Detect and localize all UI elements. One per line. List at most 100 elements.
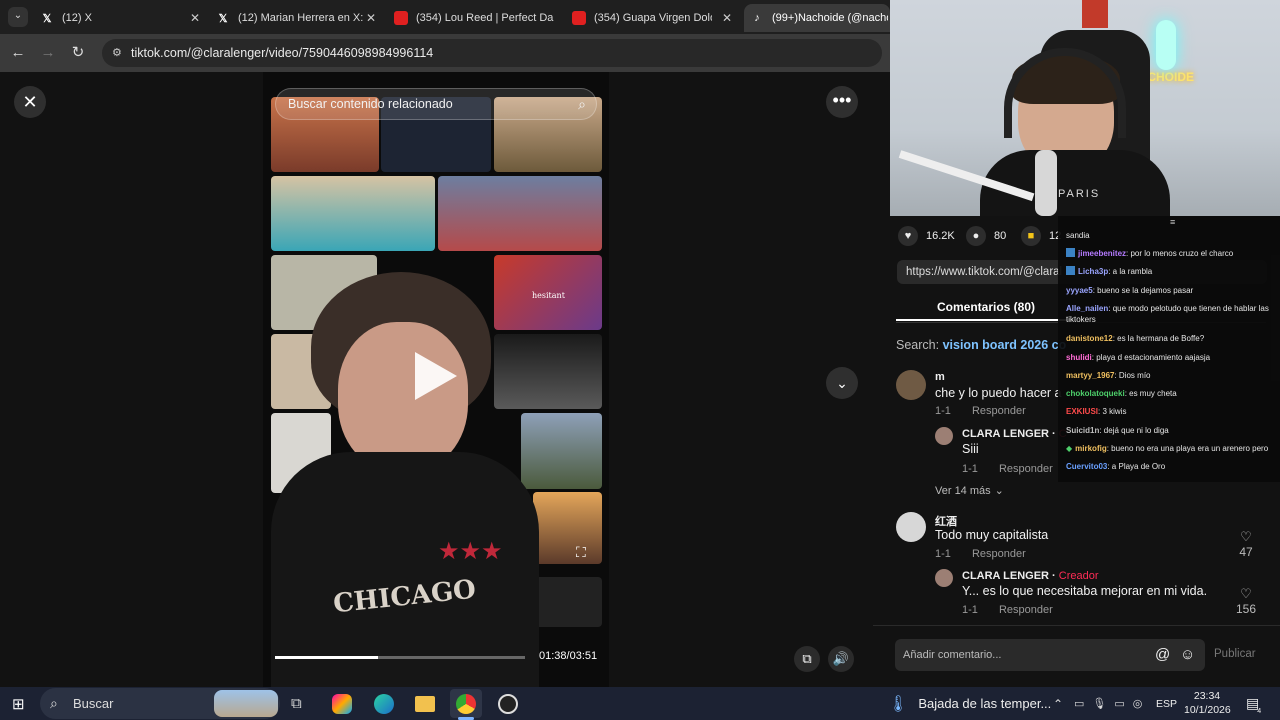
- play-icon[interactable]: [415, 352, 457, 400]
- reply-button[interactable]: Responder: [972, 548, 1026, 560]
- like-stat[interactable]: ♥ 16.2K: [898, 226, 955, 246]
- forward-icon[interactable]: →: [38, 43, 58, 63]
- comment-username[interactable]: 红酒: [935, 513, 957, 529]
- streamer-shirt: [980, 150, 1170, 216]
- search-icon[interactable]: ⌕: [578, 89, 586, 119]
- add-comment-input[interactable]: Añadir comentario... @ ☺: [895, 639, 1205, 671]
- comment-username[interactable]: CLARA LENGER · Creador: [962, 570, 1099, 582]
- show-hidden-icons[interactable]: ⌃: [1053, 687, 1063, 720]
- comment-like[interactable]: ♡ 156: [1231, 586, 1261, 616]
- edge-icon[interactable]: [374, 687, 394, 720]
- chrome-icon[interactable]: [450, 689, 482, 718]
- copilot-icon[interactable]: [332, 687, 352, 720]
- tab-label: (12) Marian Herrera en X: ": [238, 12, 366, 24]
- shirt-stars: ★★★: [438, 538, 503, 565]
- floating-player-icon[interactable]: ⧉: [794, 646, 820, 672]
- file-explorer-icon[interactable]: [415, 687, 435, 720]
- tab-youtube-lou-reed[interactable]: (354) Lou Reed | Perfect Da: [388, 4, 560, 32]
- language-indicator[interactable]: ESP: [1156, 687, 1177, 720]
- heart-icon: ♥: [898, 226, 918, 246]
- publish-button[interactable]: Publicar: [1214, 648, 1256, 660]
- close-video-button[interactable]: ✕: [14, 86, 46, 118]
- avatar[interactable]: [935, 569, 953, 587]
- tab-tiktok[interactable]: ♪ (99+)Nachoide (@nachoid: [744, 4, 890, 32]
- site-info-icon[interactable]: ⚙: [112, 39, 122, 67]
- clock[interactable]: 23:34 10/1/2026: [1184, 689, 1231, 717]
- video-player[interactable]: hesitant CHICAGO ★★★ Buscar contenido re…: [263, 72, 609, 687]
- more-options-button[interactable]: •••: [826, 86, 858, 118]
- address-bar: ← → ↻ ⚙ tiktok.com/@claralenger/video/75…: [0, 34, 890, 72]
- comment-stat[interactable]: ● 80: [966, 226, 1006, 246]
- related-search-input[interactable]: Buscar contenido relacionado ⌕: [275, 88, 597, 120]
- notifications-icon[interactable]: ▤ 4: [1246, 687, 1263, 720]
- reply-button[interactable]: Responder: [999, 604, 1053, 616]
- close-icon[interactable]: ✕: [722, 11, 732, 25]
- tab-youtube-guapa[interactable]: (354) Guapa Virgen Dolore ✕: [566, 4, 738, 32]
- reload-icon[interactable]: ↻: [68, 43, 88, 63]
- reply-button[interactable]: Responder: [972, 405, 1026, 417]
- tab-comments[interactable]: Comentarios (80): [896, 293, 1076, 321]
- shirt: [271, 452, 539, 687]
- tab-label: (354) Guapa Virgen Dolore: [594, 12, 712, 24]
- obs-icon[interactable]: [498, 687, 518, 720]
- task-view-icon[interactable]: ⧉: [291, 687, 302, 720]
- chat-message: shulidi: playa d estacionamiento aajasja: [1066, 353, 1211, 362]
- tray-icons[interactable]: ▭🎙▭◎: [1074, 687, 1150, 720]
- comment-meta: 1-1 Responder: [935, 548, 1044, 560]
- clock-date: 10/1/2026: [1184, 704, 1231, 716]
- x-logo-icon: 𝕏: [218, 12, 228, 25]
- like-count: 16.2K: [926, 230, 955, 242]
- comment-date: 1-1: [935, 548, 951, 560]
- view-more-label: Ver 14 más: [935, 485, 991, 497]
- emoji-icon[interactable]: ☺: [1180, 639, 1195, 671]
- close-icon[interactable]: ✕: [190, 11, 200, 25]
- clock-time: 23:34: [1193, 690, 1221, 702]
- neon-light: [1156, 20, 1176, 70]
- windows-taskbar: ⊞ ⌕ Buscar ⧉ 🌡 Bajada de las temper... ⌃…: [0, 687, 1280, 720]
- chat-message: Licha3p: a la rambla: [1066, 266, 1278, 277]
- view-more-replies[interactable]: Ver 14 más ⌄: [935, 484, 1022, 497]
- close-icon[interactable]: ✕: [366, 11, 376, 25]
- comment-like[interactable]: ♡ 47: [1231, 529, 1261, 559]
- volume-icon[interactable]: 🔊: [828, 646, 854, 672]
- save-stat[interactable]: ■ 12: [1021, 226, 1061, 246]
- video-timecode: 01:38/03:51: [539, 650, 598, 662]
- next-video-button[interactable]: ⌄: [826, 367, 858, 399]
- comment-username[interactable]: CLARA LENGER · C: [962, 428, 1067, 440]
- comment-text: Todo muy capitalista: [935, 528, 1049, 542]
- windows-start-icon[interactable]: ⊞: [12, 687, 25, 720]
- taskbar-search[interactable]: ⌕ Buscar: [40, 688, 280, 719]
- chat-message: jimeebenitez: por lo menos cruzo el char…: [1066, 248, 1278, 259]
- suggested-search[interactable]: Search: vision board 2026 co: [896, 338, 1066, 352]
- video-progress-bar[interactable]: [275, 656, 525, 659]
- shirt-print: PARIS: [1058, 188, 1101, 200]
- youtube-icon: [394, 11, 408, 25]
- url-field[interactable]: ⚙ tiktok.com/@claralenger/video/75904460…: [102, 39, 882, 67]
- avatar[interactable]: [935, 427, 953, 445]
- tab-label: (354) Lou Reed | Perfect Da: [416, 12, 554, 24]
- tab-list-button[interactable]: ⌄: [8, 7, 28, 27]
- tab-x-marian[interactable]: 𝕏 (12) Marian Herrera en X: " ✕: [210, 4, 382, 32]
- back-icon[interactable]: ←: [8, 43, 28, 63]
- heart-outline-icon: ♡: [1240, 586, 1252, 601]
- tab-x[interactable]: 𝕏 (12) X ✕: [34, 4, 206, 32]
- diamond-badge-icon: ◆: [1066, 444, 1073, 453]
- chat-message: EXKIUSI: 3 kiwis: [1066, 407, 1127, 416]
- reply-username[interactable]: CLARA LENGER: [962, 570, 1049, 582]
- comment-username[interactable]: m: [935, 371, 945, 383]
- chat-message: Suicid1n: dejá que ni lo diga: [1066, 426, 1169, 435]
- avatar[interactable]: [896, 512, 926, 542]
- search-query-link[interactable]: vision board 2026 co: [943, 338, 1067, 352]
- reply-username[interactable]: CLARA LENGER: [962, 428, 1049, 440]
- weather-widget[interactable]: 🌡 Bajada de las temper...: [888, 687, 1051, 720]
- scan-icon[interactable]: ⛶: [576, 544, 586, 561]
- tab-bar: ⌄ 𝕏 (12) X ✕ 𝕏 (12) Marian Herrera en X:…: [0, 0, 890, 34]
- mention-icon[interactable]: @: [1155, 639, 1170, 671]
- reply-button[interactable]: Responder: [999, 463, 1053, 475]
- avatar[interactable]: [896, 370, 926, 400]
- chat-message: danistone12: es la hermana de Boffe?: [1066, 334, 1205, 343]
- stream-chat: ≡ sandia jimeebenitez: por lo menos cruz…: [1058, 216, 1280, 482]
- comment-text: che y lo puedo hacer a: [935, 386, 1062, 400]
- add-comment-placeholder: Añadir comentario...: [903, 649, 1002, 661]
- comment-text: Y... es lo que necesitaba mejorar en mi …: [962, 584, 1208, 598]
